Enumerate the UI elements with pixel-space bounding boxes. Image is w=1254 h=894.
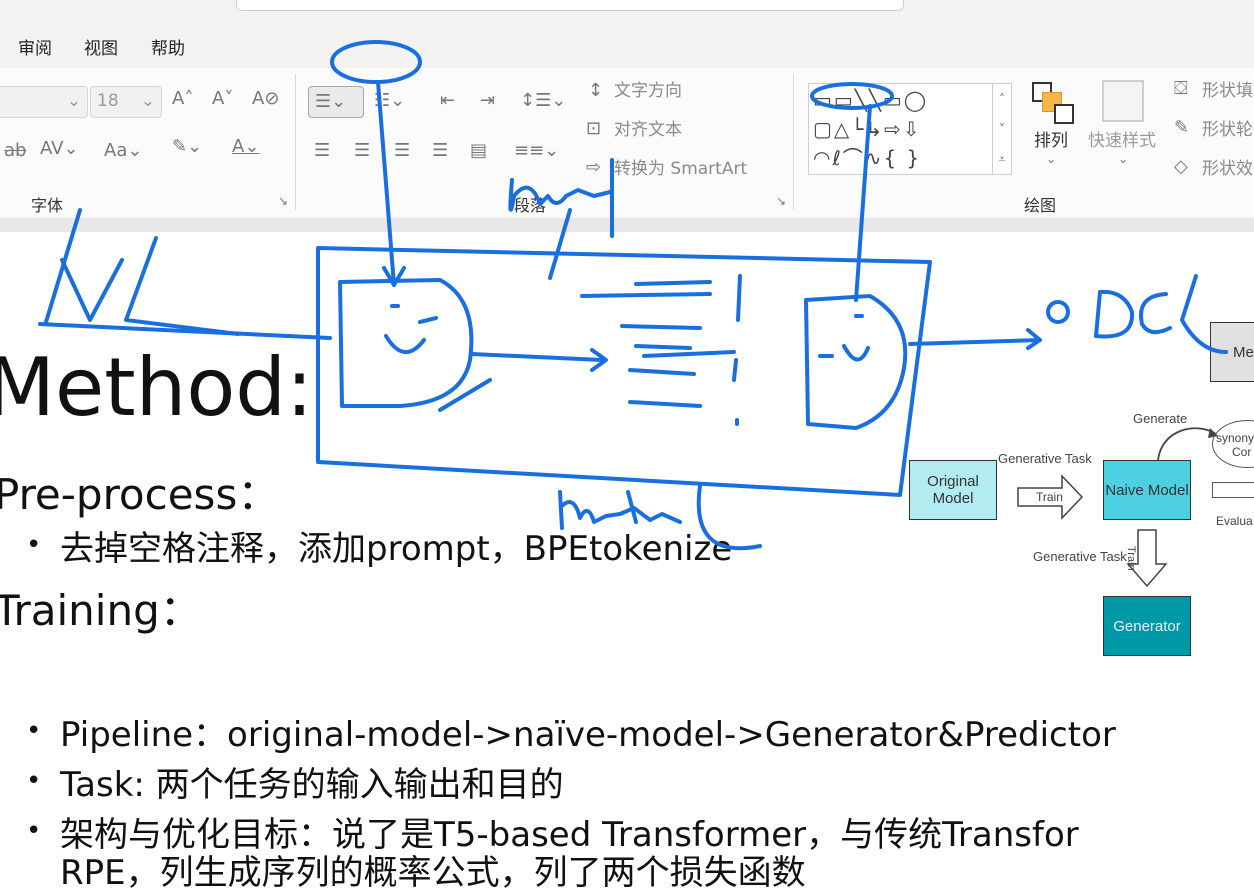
menu-review[interactable]: 审阅 (18, 34, 52, 59)
shapes-glyphs[interactable]: ▭▭╲╲▭◯ ▢△└↳⇨⇩ ◠ℓ⌒∿{ } (813, 86, 928, 173)
align-center-icon[interactable]: ☰ (354, 140, 370, 161)
fill-bucket-icon: ⛋ (1174, 78, 1188, 99)
synonym-label: synony (1216, 431, 1254, 445)
chevron-down-icon: ⌄ (1046, 152, 1057, 166)
arrange-icon[interactable] (1030, 80, 1074, 124)
decrease-indent-icon[interactable]: ⇤ (440, 90, 455, 111)
font-name-combo[interactable]: ⌄ (0, 86, 88, 118)
font-size-combo[interactable]: 18 ⌄ (90, 86, 162, 118)
drawing-group-label: 绘图 (1024, 196, 1057, 215)
me-box: Me (1210, 322, 1254, 382)
chevron-down-icon: ⌄ (1118, 152, 1129, 166)
numbered-list-icon[interactable]: ☷⌄ (374, 90, 405, 111)
shapes-gallery[interactable]: ▭▭╲╲▭◯ ▢△└↳⇨⇩ ◠ℓ⌒∿{ } ˄ ˅ ⩡ (808, 83, 1012, 175)
char-spacing-icon[interactable]: AV⌄ (40, 138, 79, 159)
slide-top-gap (0, 218, 1254, 232)
smartart-icon: ⇨ (586, 157, 602, 178)
training-bullet-pipeline[interactable]: Pipeline：original-model->naïve-model->Ge… (60, 714, 1116, 756)
slide-title[interactable]: Method: (0, 340, 313, 436)
font-size-value: 18 (97, 91, 119, 111)
group-separator (793, 74, 794, 210)
grow-font-icon[interactable]: A˄ (172, 88, 193, 109)
strikethrough-icon[interactable]: ab (4, 140, 26, 161)
columns-icon[interactable]: ≡≡⌄ (514, 140, 559, 161)
shape-fill-button[interactable]: 形状填 (1202, 80, 1253, 102)
preprocess-bullet[interactable]: 去掉空格注释，添加prompt，BPEtokenize (60, 528, 732, 570)
group-separator (295, 74, 296, 210)
train-label-2: Train (1125, 546, 1137, 571)
original-model-box: Original Model (909, 460, 997, 520)
menu-view[interactable]: 视图 (84, 34, 118, 59)
training-bullet-continuation[interactable]: RPE，列生成序列的概率公式，列了两个损失函数 (60, 852, 806, 894)
align-text-icon: ⊡ (586, 118, 602, 139)
shape-effects-button[interactable]: 形状效 (1202, 158, 1253, 180)
gallery-scroll[interactable]: ˄ ˅ ⩡ (992, 84, 1011, 174)
increase-indent-icon[interactable]: ⇥ (480, 90, 495, 111)
font-group-label: 字体 (31, 196, 64, 215)
evaluate-arrow-stub (1212, 482, 1254, 498)
bullet-list-icon: ☰⌄ (315, 91, 347, 112)
paragraph-group-label: 段落 (514, 196, 547, 215)
highlight-icon[interactable]: ✎⌄ (172, 136, 202, 157)
training-heading[interactable]: Training： (0, 586, 202, 636)
bullet-dot: • (26, 530, 42, 560)
effects-icon: ◇ (1174, 156, 1188, 177)
quick-styles-button[interactable]: 快速样式 (1088, 130, 1156, 152)
training-bullet-architecture[interactable]: 架构与优化目标：说了是T5-based Transformer，与传统Trans… (60, 814, 1079, 856)
preprocess-heading[interactable]: Pre-process： (0, 470, 279, 520)
generator-box: Generator (1103, 596, 1191, 656)
outline-pen-icon: ✎ (1174, 117, 1190, 138)
justify-icon[interactable]: ☰ (432, 140, 448, 161)
dialog-launcher-icon[interactable]: ↘ (776, 194, 786, 208)
generate-curve-arrow (1157, 427, 1218, 461)
train-label-1: Train (1036, 490, 1063, 504)
align-right-icon[interactable]: ☰ (394, 140, 410, 161)
bullet-dot: • (26, 766, 42, 796)
search-box[interactable] (236, 0, 904, 11)
title-bar: 审阅 视图 帮助 (0, 0, 1254, 68)
bullets-button[interactable]: ☰⌄ (308, 86, 364, 118)
cor-label: Cor (1232, 445, 1252, 459)
quick-styles-icon[interactable] (1102, 80, 1144, 122)
font-color-icon[interactable]: A⌄ (232, 136, 259, 157)
line-spacing-icon[interactable]: ↕☰⌄ (520, 90, 566, 111)
generative-task-label-2: Generative Task (1033, 549, 1127, 564)
shape-outline-button[interactable]: 形状轮 (1202, 119, 1253, 141)
generative-task-label-1: Generative Task (998, 451, 1092, 466)
arrange-button[interactable]: 排列 (1034, 130, 1068, 152)
distributed-icon[interactable]: ▤ (470, 140, 487, 161)
align-left-icon[interactable]: ☰ (314, 140, 330, 161)
chevron-down-icon: ⌄ (140, 91, 155, 111)
clear-format-icon[interactable]: A⊘ (252, 88, 279, 109)
menu-help[interactable]: 帮助 (151, 34, 185, 59)
dialog-launcher-icon[interactable]: ↘ (278, 194, 288, 208)
naive-model-box: Naive Model (1103, 460, 1191, 520)
text-direction-button[interactable]: 文字方向 (614, 80, 682, 102)
convert-smartart-button[interactable]: 转换为 SmartArt (614, 158, 747, 180)
evaluate-label: Evalua (1216, 514, 1253, 528)
align-text-button[interactable]: 对齐文本 (614, 119, 682, 141)
text-direction-icon: ↕ (588, 80, 604, 101)
change-case-icon[interactable]: Aa⌄ (104, 140, 142, 161)
training-bullet-task[interactable]: Task: 两个任务的输入输出和目的 (60, 764, 564, 806)
bullet-dot: • (26, 816, 42, 846)
bullet-dot: • (26, 716, 42, 746)
chevron-down-icon: ⌄ (66, 91, 81, 111)
shrink-font-icon[interactable]: A˅ (212, 88, 233, 109)
